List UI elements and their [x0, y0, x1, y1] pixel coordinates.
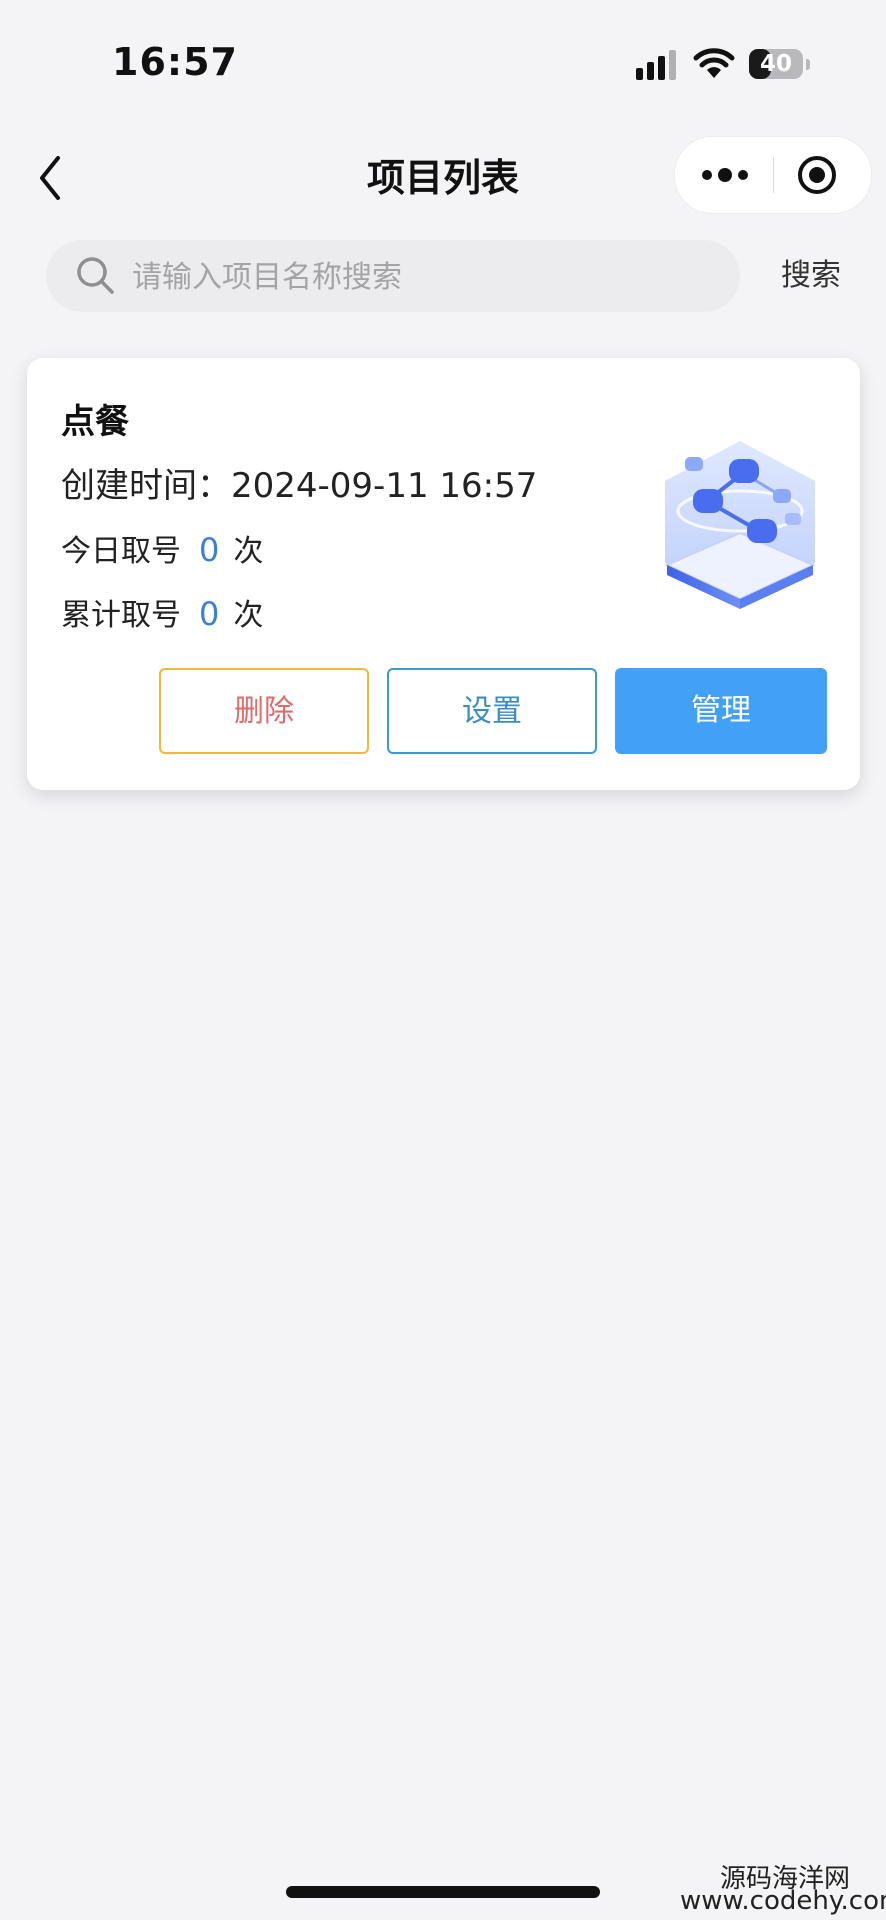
close-mini-program-button[interactable]: [795, 153, 839, 197]
mini-program-capsule: [674, 136, 872, 214]
more-dots-icon: [702, 168, 748, 182]
created-time-row: 创建时间：2024-09-11 16:57: [61, 458, 537, 507]
total-count-value: 0: [199, 595, 220, 633]
manage-button[interactable]: 管理: [615, 668, 827, 754]
project-illustration-icon: [664, 441, 816, 609]
total-count-unit: 次: [233, 598, 264, 633]
search-box: [46, 240, 740, 314]
navigation-bar: 项目列表: [0, 130, 886, 225]
project-card: 点餐 创建时间：2024-09-11 16:57 今日取号 0 次 累计取号 0 次: [27, 358, 860, 790]
back-button[interactable]: [28, 148, 78, 208]
total-count-row: 累计取号 0 次: [61, 590, 263, 634]
project-name: 点餐: [61, 402, 129, 442]
more-button[interactable]: [697, 155, 753, 195]
wifi-icon: [693, 48, 735, 78]
status-time: 16:57: [112, 40, 238, 84]
created-time-label: 创建时间：: [61, 466, 231, 506]
today-count-unit: 次: [233, 534, 264, 569]
created-time-value: 2024-09-11 16:57: [231, 466, 538, 506]
home-indicator[interactable]: [286, 1886, 600, 1898]
capsule-divider: [773, 157, 774, 193]
delete-button[interactable]: 删除: [159, 668, 369, 754]
search-input[interactable]: [130, 240, 724, 314]
page: 16:57 40 项目列表 请输入项目名称搜索 搜索 点餐 创建时间：2024-…: [0, 0, 886, 1920]
battery-icon: 40: [749, 49, 811, 81]
target-icon: [798, 156, 836, 194]
today-count-value: 0: [199, 531, 220, 569]
watermark-url: www.codehy.com: [680, 1886, 886, 1916]
total-count-label: 累计取号: [61, 598, 181, 633]
search-button[interactable]: 搜索: [756, 240, 866, 312]
status-bar: 16:57 40: [0, 0, 886, 130]
settings-button[interactable]: 设置: [387, 668, 597, 754]
today-count-row: 今日取号 0 次: [61, 526, 263, 570]
battery-level: 40: [759, 51, 792, 77]
chevron-left-icon: [40, 156, 60, 200]
battery-cap: [806, 59, 810, 70]
search-icon: [77, 257, 114, 294]
today-count-label: 今日取号: [61, 534, 181, 569]
cellular-signal-icon: [636, 50, 676, 80]
